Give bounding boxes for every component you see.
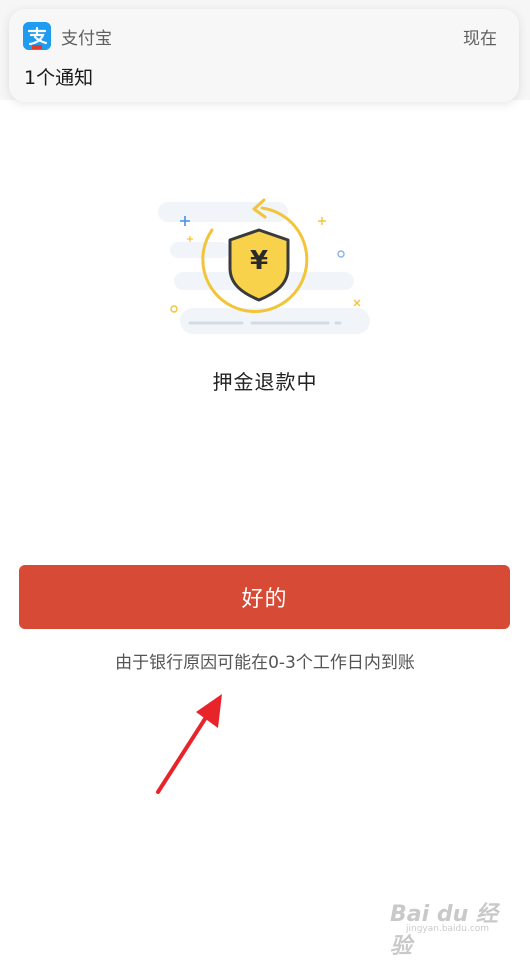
baidu-jingyan-watermark: Bai du 经验 jingyan.baidu.com [390, 890, 510, 959]
status-title: 押金退款中 [212, 370, 318, 394]
notification-app-name: 支付宝 [61, 29, 112, 49]
notification-banner[interactable]: 支付宝 现在 1个通知 [9, 9, 519, 102]
ok-button[interactable]: 好的 [19, 565, 510, 629]
watermark-url: jingyan.baidu.com [406, 924, 490, 934]
annotation-arrow-icon [150, 690, 230, 800]
alipay-app-icon [23, 22, 51, 50]
notification-message: 1个通知 [24, 67, 94, 89]
notification-time: 现在 [463, 29, 497, 49]
currency-symbol: ¥ [249, 246, 269, 276]
arrival-notice: 由于银行原因可能在0-3个工作日内到账 [115, 653, 415, 673]
refund-shield-illustration: ¥ [150, 190, 380, 340]
